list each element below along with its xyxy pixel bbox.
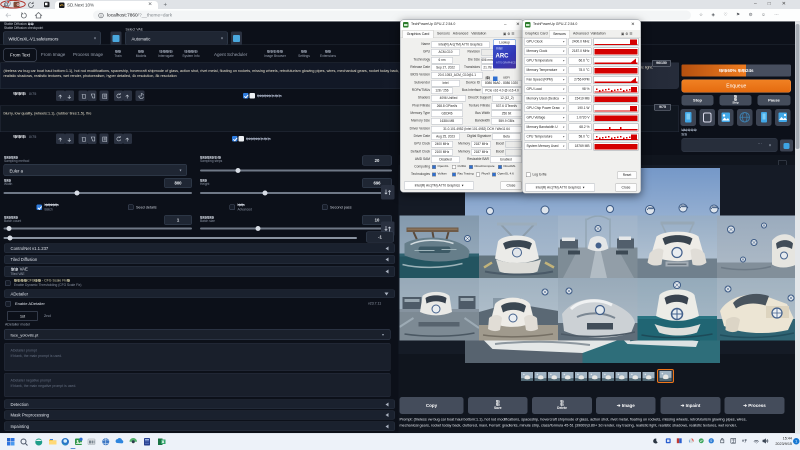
- svg-text:0: 0: [710, 439, 712, 443]
